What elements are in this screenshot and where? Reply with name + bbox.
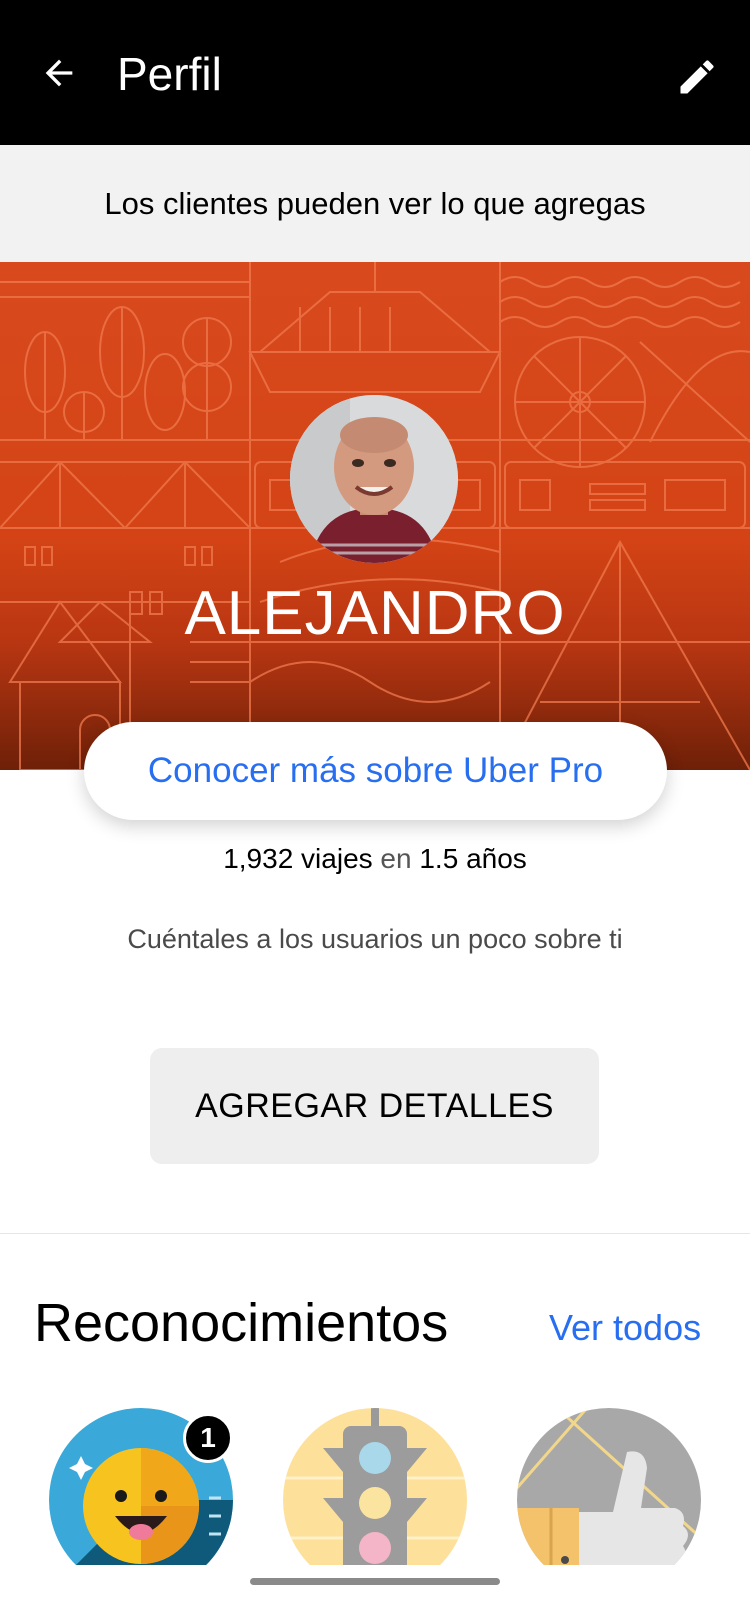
section-divider (0, 1233, 750, 1234)
badge-count: 1 (183, 1413, 233, 1463)
avatar-photo (290, 395, 458, 563)
arrow-left-icon (45, 59, 73, 87)
trip-count: 1,932 viajes (223, 843, 373, 874)
pencil-icon (680, 60, 714, 94)
recognitions-title: Reconocimientos (34, 1293, 449, 1353)
visibility-notice: Los clientes pueden ver lo que agregas (0, 145, 750, 262)
driver-avatar (290, 395, 458, 563)
add-details-button[interactable]: AGREGAR DETALLES (150, 1048, 599, 1164)
uber-pro-button[interactable]: Conocer más sobre Uber Pro (84, 722, 667, 820)
trip-stats: 1,932 viajes en 1.5 años (0, 843, 750, 875)
driver-name: ALEJANDRO (184, 579, 566, 648)
visibility-notice-text: Los clientes pueden ver lo que agregas (104, 185, 646, 221)
add-details-label: AGREGAR DETALLES (195, 1086, 554, 1125)
edit-button[interactable] (672, 52, 722, 102)
see-all-link[interactable]: Ver todos (549, 1306, 701, 1350)
stats-connector: en (380, 843, 412, 874)
back-button[interactable] (34, 48, 84, 98)
about-prompt: Cuéntales a los usuarios un poco sobre t… (127, 924, 623, 954)
home-indicator[interactable] (250, 1578, 500, 1585)
years-active: 1.5 años (419, 843, 527, 874)
top-app-bar: Perfil (0, 0, 750, 145)
uber-pro-label: Conocer más sobre Uber Pro (147, 751, 604, 790)
page-title: Perfil (117, 48, 222, 100)
